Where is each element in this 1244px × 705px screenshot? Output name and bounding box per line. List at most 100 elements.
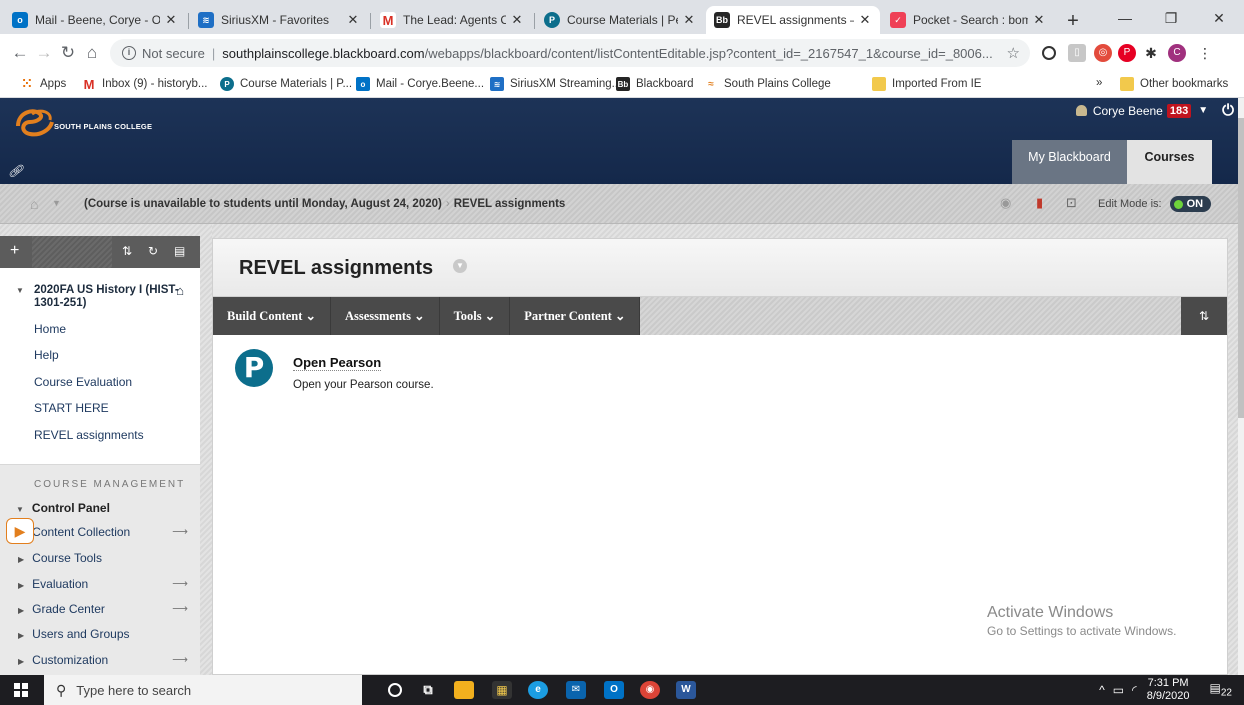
action-center-icon[interactable]: ▤22 [1210, 681, 1232, 698]
sidebar-item-help[interactable]: Help [34, 348, 59, 362]
extension-alert-icon[interactable]: ◎ [1094, 44, 1112, 62]
reorder-icon[interactable]: ⇅ [122, 244, 132, 258]
task-view-icon[interactable]: ⧉ [418, 681, 438, 699]
student-preview-icon[interactable]: ◉ [1000, 195, 1011, 211]
profile-avatar-icon[interactable]: C [1168, 44, 1186, 62]
clock[interactable]: 7:31 PM 8/9/2020 [1147, 677, 1190, 703]
collapse-triangle-icon[interactable]: ▼ [16, 284, 24, 297]
cortana-icon[interactable] [388, 683, 402, 697]
pinterest-icon[interactable]: P [1118, 44, 1136, 62]
collapse-triangle-icon[interactable]: ▼ [16, 505, 24, 514]
outlook-icon[interactable]: O [604, 681, 624, 699]
other-bookmarks-folder[interactable]: Other bookmarks [1120, 77, 1228, 91]
page-scrollbar[interactable] [1238, 98, 1244, 675]
sidebar-item-course-evaluation[interactable]: Course Evaluation [34, 375, 132, 389]
control-item-users-and-groups[interactable]: ▶ Users and Groups [18, 627, 194, 641]
back-button[interactable]: ← [10, 43, 30, 63]
browser-tab-siriusxm[interactable]: ≋ SiriusXM - Favorites ✕ [190, 6, 368, 34]
extensions-puzzle-icon[interactable]: ✱ [1142, 44, 1160, 62]
course-home-icon[interactable]: ⌂ [176, 284, 184, 297]
browser-tab-the-lead[interactable]: M The Lead: Agents Cons ✕ [372, 6, 532, 34]
expand-triangle-icon[interactable]: ▶ [18, 581, 24, 590]
expand-triangle-icon[interactable]: ▶ [18, 555, 24, 564]
control-item-customization[interactable]: ▶ Customization ⟶ [18, 653, 194, 667]
user-menu[interactable]: Corye Beene 183 ▼ ⏻ [1075, 102, 1234, 119]
new-tab-button[interactable]: + [1062, 11, 1084, 33]
close-icon[interactable]: ✕ [164, 12, 178, 28]
bookmark-star-icon[interactable]: ☆ [1007, 44, 1020, 62]
close-icon[interactable]: ✕ [510, 12, 524, 28]
control-item-content-collection[interactable]: ▶Content Collection ⟶ [18, 525, 194, 539]
tools-button[interactable]: Tools ⌄ [440, 297, 511, 335]
expand-triangle-icon[interactable]: ▶ [18, 631, 24, 640]
mail-icon[interactable]: ✉ [566, 681, 586, 699]
home-icon[interactable]: ⌂ [30, 196, 38, 212]
taskbar-search-input[interactable]: ⚲ Type here to search [44, 675, 362, 705]
edit-mode-toggle[interactable]: ON [1169, 196, 1212, 212]
network-icon[interactable]: ▭ [1113, 683, 1124, 697]
sidebar-item-revel-assignments[interactable]: REVEL assignments [34, 428, 144, 442]
more-bookmarks-button[interactable]: » [1096, 77, 1102, 89]
add-menu-item-icon[interactable]: + [10, 242, 19, 260]
address-bar[interactable]: i Not secure | southplainscollege.blackb… [110, 39, 1030, 67]
tab-my-blackboard[interactable]: My Blackboard [1012, 140, 1127, 184]
lock-icon[interactable]: ⊡ [1066, 195, 1077, 211]
page-options-chevron-icon[interactable]: ▼ [453, 259, 467, 273]
extension-circle-icon[interactable] [1042, 46, 1056, 60]
reload-button[interactable]: ↻ [58, 43, 78, 63]
content-item-title[interactable]: Open Pearson [293, 355, 382, 371]
control-panel-header[interactable]: ▼ Control Panel [16, 501, 110, 515]
partner-content-button[interactable]: Partner Content ⌄ [510, 297, 641, 335]
refresh-icon[interactable]: ↻ [148, 244, 158, 258]
play-icon[interactable]: ▶ [6, 518, 34, 544]
expand-triangle-icon[interactable]: ▶ [18, 657, 24, 666]
extension-reader-icon[interactable]: ▯ [1068, 44, 1086, 62]
build-content-button[interactable]: Build Content ⌄ [213, 297, 331, 335]
browser-tab-mail[interactable]: o Mail - Beene, Corye - O ✕ [4, 6, 186, 34]
chevron-up-icon[interactable]: ^ [1099, 683, 1105, 697]
browser-tab-pocket[interactable]: ✓ Pocket - Search : bomb ✕ [882, 6, 1054, 34]
sidebar-item-home[interactable]: Home [34, 322, 66, 336]
word-icon[interactable]: W [676, 681, 696, 699]
close-icon[interactable]: ✕ [1032, 12, 1046, 28]
bookmark-mail[interactable]: o Mail - Corye.Beene... [356, 77, 484, 91]
edge-icon[interactable]: e [528, 681, 548, 699]
bookmark-inbox[interactable]: M Inbox (9) - historyb... [82, 77, 208, 92]
color-palette-icon[interactable]: ▮ [1036, 195, 1043, 211]
control-item-course-tools[interactable]: ▶ Course Tools [18, 551, 194, 565]
microsoft-store-icon[interactable]: ▦ [492, 681, 512, 699]
wifi-icon[interactable]: ◜ [1132, 683, 1137, 697]
windows-start-icon[interactable] [14, 683, 28, 697]
reorder-icon[interactable]: ⇅ [1181, 297, 1227, 335]
link-icon[interactable]: 🔗︎ [8, 164, 23, 178]
minimize-button[interactable]: — [1102, 6, 1148, 30]
bookmark-imported-from-ie[interactable]: Imported From IE [872, 77, 981, 91]
close-icon[interactable]: ✕ [682, 12, 696, 28]
restore-button[interactable]: ❐ [1148, 6, 1194, 30]
more-menu-icon[interactable]: ⋮ [1196, 44, 1214, 62]
assessments-button[interactable]: Assessments ⌄ [331, 297, 440, 335]
close-icon[interactable]: ✕ [858, 12, 872, 28]
bookmark-siriusxm[interactable]: ≋ SiriusXM Streaming... [490, 77, 621, 91]
file-explorer-icon[interactable] [454, 681, 474, 699]
home-icon[interactable]: ⌂ [82, 43, 102, 63]
logout-power-icon[interactable]: ⏻ [1222, 102, 1234, 119]
browser-tab-course-materials[interactable]: P Course Materials | Pears ✕ [536, 6, 704, 34]
bookmark-blackboard[interactable]: Bb Blackboard [616, 77, 694, 91]
tab-courses[interactable]: Courses [1127, 140, 1212, 184]
expand-triangle-icon[interactable]: ▶ [18, 606, 24, 615]
close-window-button[interactable]: ✕ [1196, 6, 1242, 30]
chrome-icon[interactable]: ◉ [640, 681, 660, 699]
chevron-down-icon[interactable]: ▼ [52, 198, 61, 208]
caret-down-icon[interactable]: ▼ [1198, 105, 1208, 116]
forward-button[interactable]: → [34, 43, 54, 63]
control-item-evaluation[interactable]: ▶ Evaluation ⟶ [18, 577, 194, 591]
bookmark-course-materials[interactable]: P Course Materials | P... [220, 77, 352, 91]
control-item-grade-center[interactable]: ▶ Grade Center ⟶ [18, 602, 194, 616]
college-logo[interactable]: SOUTH PLAINS COLLEGE [14, 104, 164, 140]
browser-tab-revel-assignments[interactable]: Bb REVEL assignments – 2 ✕ [706, 6, 880, 34]
breadcrumb-course[interactable]: (Course is unavailable to students until… [84, 198, 442, 210]
bookmark-south-plains-college[interactable]: ≈ South Plains College [704, 77, 831, 91]
sidebar-item-start-here[interactable]: START HERE [34, 401, 109, 415]
course-title[interactable]: ▼ 2020FA US History I (HIST-1301-251) ⌂ [16, 284, 186, 310]
